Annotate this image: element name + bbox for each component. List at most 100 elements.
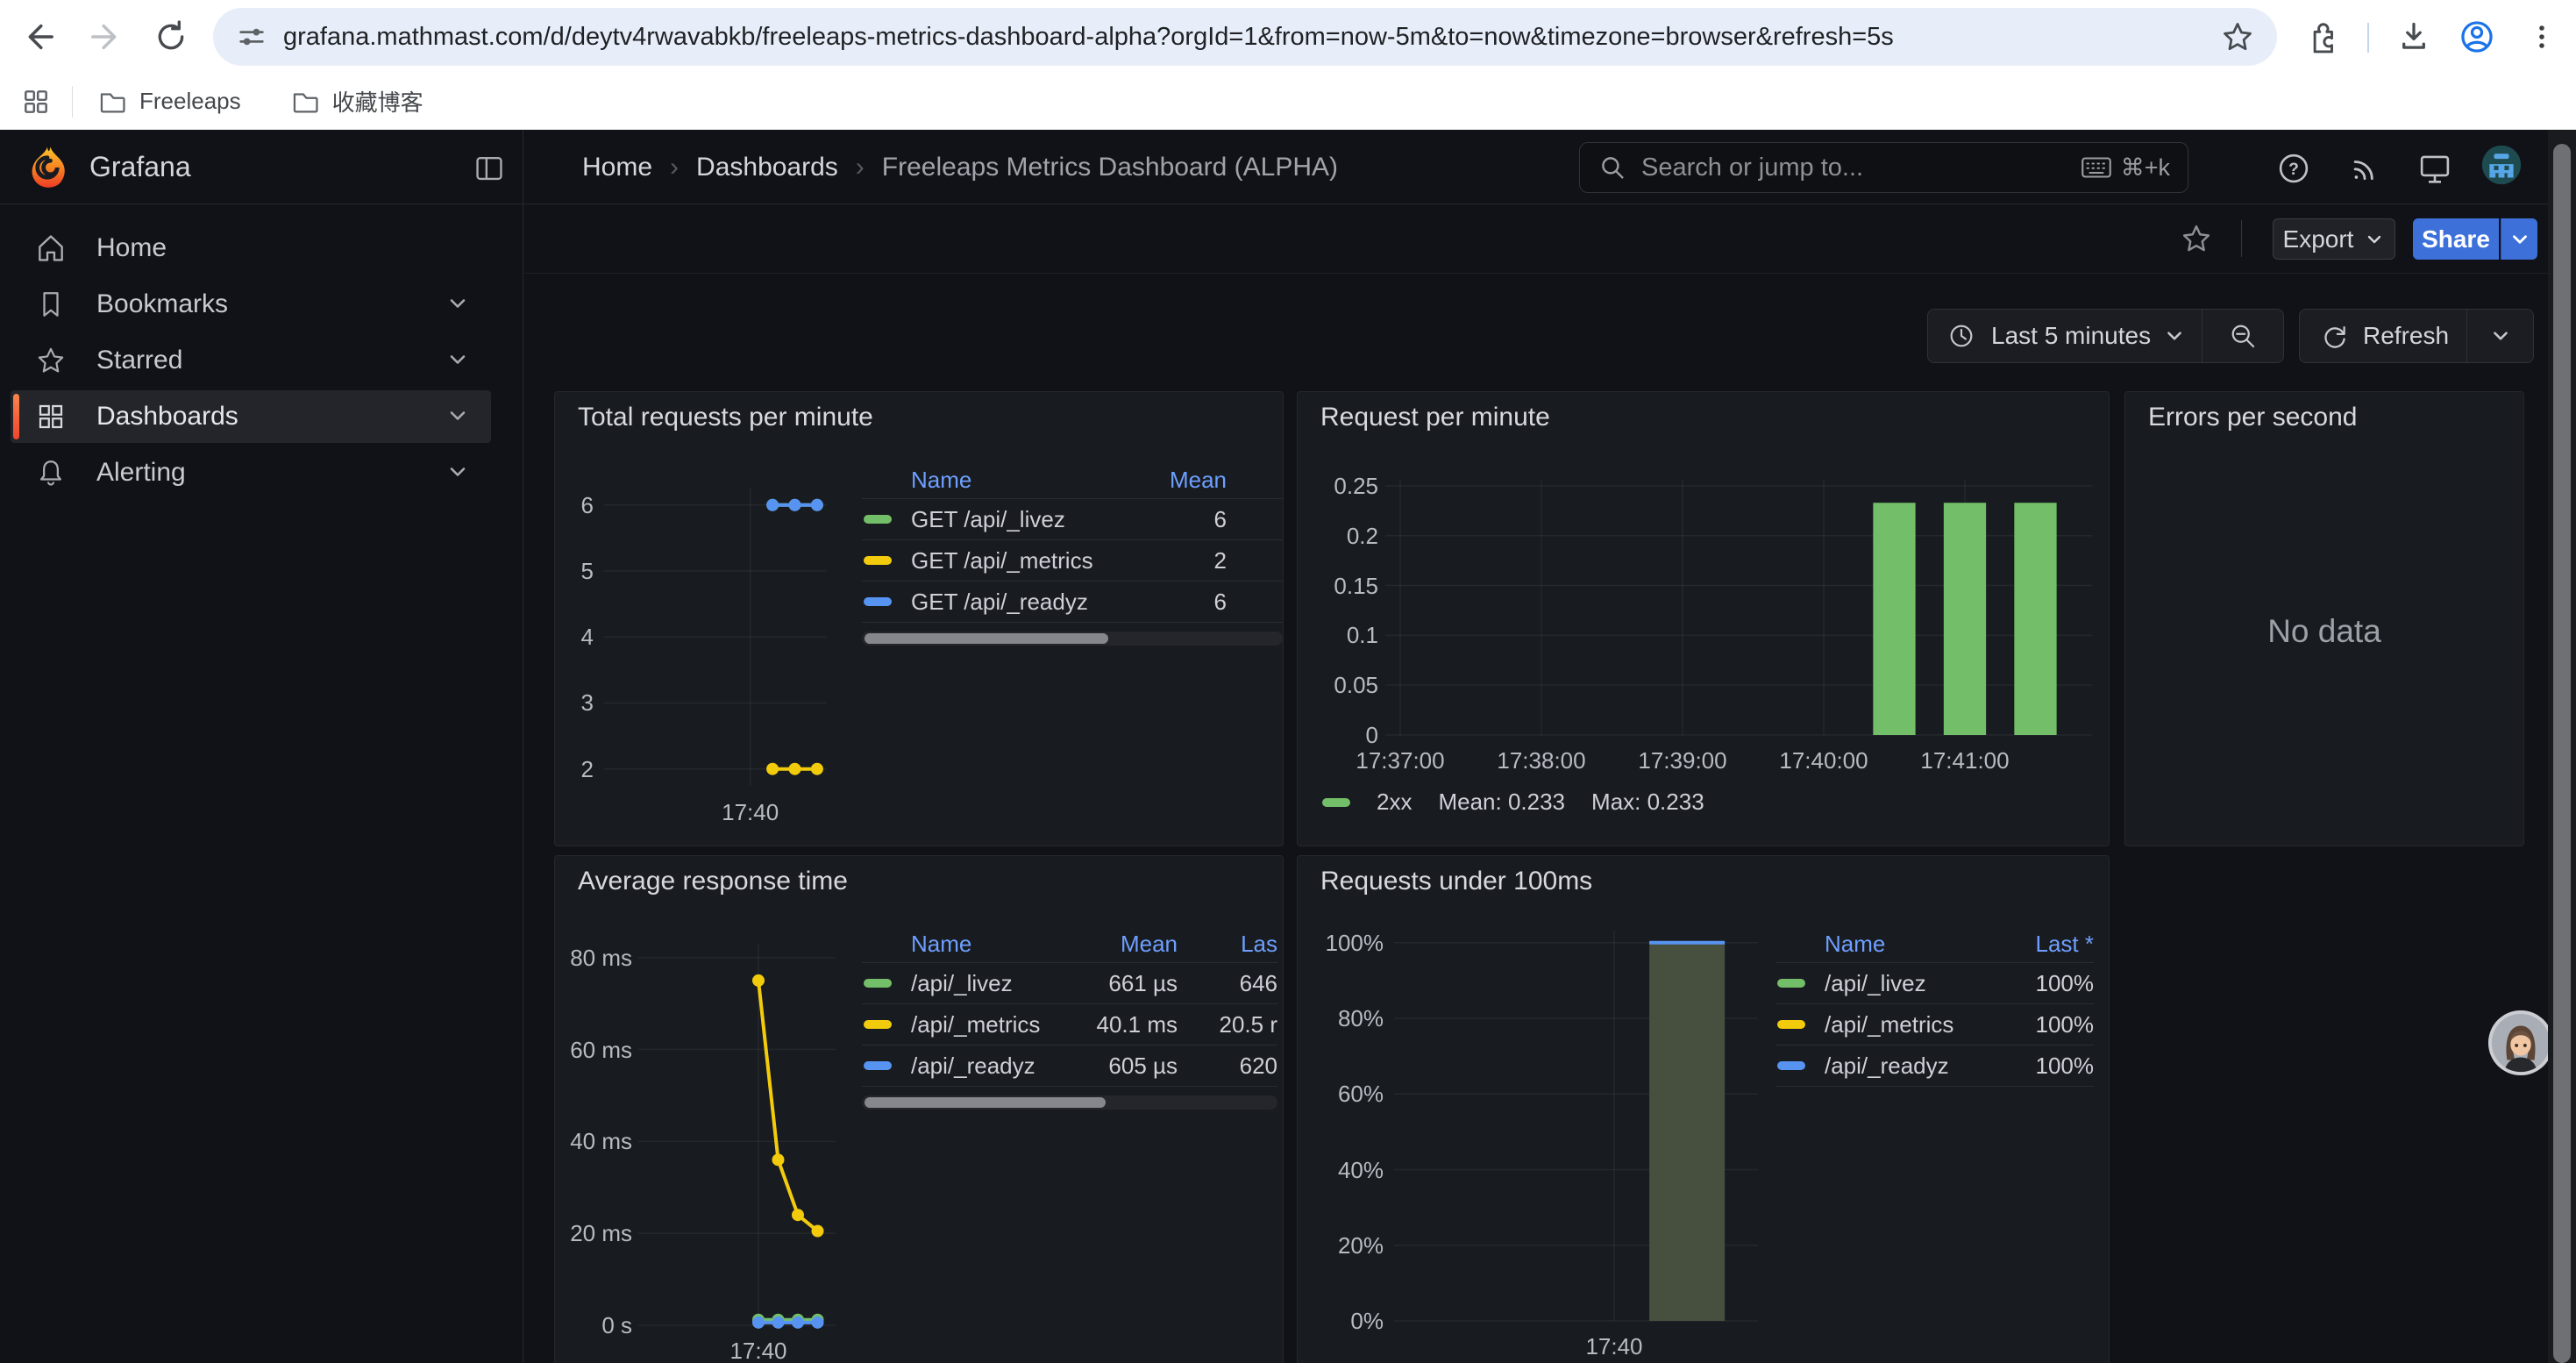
brand-label[interactable]: Grafana <box>89 151 191 183</box>
chevron-down-icon <box>2364 229 2385 250</box>
panel-title[interactable]: Request per minute <box>1320 403 1550 432</box>
legend-row: /api/_metrics40.1 ms20.5 r <box>862 1004 1277 1045</box>
legend-scrollbar[interactable] <box>862 632 1283 646</box>
series-name[interactable]: /api/_livez <box>1825 970 1926 997</box>
chevron-down-icon[interactable] <box>445 403 472 430</box>
page-scrollbar[interactable] <box>2548 130 2576 1363</box>
legend-header-label[interactable]: Name <box>911 467 971 494</box>
series-name[interactable]: GET /api/_metrics <box>911 547 1093 574</box>
extensions-icon[interactable] <box>2299 13 2346 61</box>
x-tick-label: 17:40 <box>1540 1333 1689 1360</box>
refresh-interval-dropdown[interactable] <box>2467 325 2533 347</box>
bookmark-star-icon[interactable] <box>2219 18 2256 55</box>
share-button[interactable]: Share <box>2413 218 2499 260</box>
series-name[interactable]: GET /api/_livez <box>911 506 1065 533</box>
y-tick-label: 0% <box>1303 1307 1384 1335</box>
breadcrumb-item[interactable]: Home <box>582 153 652 182</box>
series-name[interactable]: /api/_readyz <box>1825 1053 1949 1080</box>
sidebar-item-home[interactable]: Home <box>11 222 491 275</box>
home-icon <box>33 231 68 266</box>
clock-icon <box>1946 320 1977 352</box>
sidebar-collapse-icon[interactable] <box>470 149 509 188</box>
site-settings-icon[interactable] <box>234 19 269 54</box>
scrollbar-thumb[interactable] <box>2553 144 2571 1363</box>
sidebar-item-label: Alerting <box>96 458 186 488</box>
sidebar-item-bookmarks[interactable]: Bookmarks <box>11 278 491 331</box>
chevron-down-icon[interactable] <box>445 460 472 486</box>
legend-value: 100% <box>1989 1011 2094 1038</box>
panel-title[interactable]: Errors per second <box>2148 403 2357 432</box>
url-bar[interactable]: grafana.mathmast.com/d/deytv4rwavabkb/fr… <box>213 8 2277 66</box>
url-text[interactable]: grafana.mathmast.com/d/deytv4rwavabkb/fr… <box>283 23 2219 52</box>
series-name[interactable]: /api/_metrics <box>1825 1011 1953 1038</box>
series-name[interactable]: /api/_metrics <box>911 1011 1040 1038</box>
sidebar-item-label: Starred <box>96 346 182 375</box>
sidebar-item-alerting[interactable]: Alerting <box>11 446 491 499</box>
forward-button[interactable] <box>82 13 129 61</box>
assistant-avatar-widget[interactable] <box>2487 1009 2555 1077</box>
y-tick-label: 20 ms <box>557 1219 632 1247</box>
legend-header-label[interactable]: Mean <box>1121 467 1227 494</box>
y-tick-label: 2 <box>557 755 594 783</box>
breadcrumb-separator: › <box>670 153 679 182</box>
legend-row: GET /api/_readyz6 <box>862 582 1283 623</box>
export-button[interactable]: Export <box>2273 218 2395 260</box>
bookmark-label: Freeleaps <box>139 88 241 115</box>
search-shortcut: ⌘+k <box>2081 154 2170 182</box>
series-name[interactable]: /api/_readyz <box>911 1053 1035 1080</box>
series-color-dash <box>864 1061 892 1070</box>
chevron-down-icon[interactable] <box>445 291 472 318</box>
breadcrumb-item[interactable]: Dashboards <box>696 153 838 182</box>
bookmark-folder[interactable]: Freeleaps <box>97 87 241 117</box>
kiosk-monitor-icon[interactable] <box>2415 148 2455 189</box>
zoom-out-icon[interactable] <box>2227 320 2259 352</box>
sidebar-item-dashboards[interactable]: Dashboards <box>11 390 491 443</box>
legend-header-label[interactable]: Las <box>1178 931 1277 958</box>
legend-row-name: GET /api/_readyz <box>862 589 1121 616</box>
y-tick-label: 80% <box>1303 1004 1384 1032</box>
legend-header-label[interactable]: Name <box>911 931 971 958</box>
panel-title[interactable]: Requests under 100ms <box>1320 867 1592 896</box>
panel-errors-per-second: Errors per second No data <box>2124 391 2524 846</box>
user-avatar[interactable] <box>2481 145 2522 185</box>
y-tick-label: 60% <box>1303 1080 1384 1108</box>
panel-title[interactable]: Total requests per minute <box>578 403 873 432</box>
series-name[interactable]: GET /api/_readyz <box>911 589 1088 616</box>
sidebar-item-label: Dashboards <box>96 402 238 432</box>
reload-button[interactable] <box>147 13 195 61</box>
legend-row-name: /api/_readyz <box>862 1053 1046 1080</box>
breadcrumb: Home›Dashboards›Freeleaps Metrics Dashbo… <box>582 130 1338 204</box>
chevron-down-icon <box>2163 325 2186 347</box>
news-rss-icon[interactable] <box>2345 148 2385 189</box>
search-input[interactable]: Search or jump to... ⌘+k <box>1579 142 2188 193</box>
series-name[interactable]: 2xx <box>1377 789 1412 816</box>
side-nav: HomeBookmarks Starred Dashboards Alerting <box>0 204 523 1363</box>
legend-scrollbar[interactable] <box>862 1095 1277 1110</box>
y-tick-label: 3 <box>557 689 594 717</box>
share-dropdown-button[interactable] <box>2501 218 2537 260</box>
legend-header-label[interactable]: Mean <box>1046 931 1178 958</box>
series-color-dash <box>864 979 892 988</box>
panel-title[interactable]: Average response time <box>578 867 848 896</box>
legend-header-label[interactable]: Last * <box>1989 931 2094 958</box>
legend-scrollbar-thumb[interactable] <box>865 1097 1106 1108</box>
grafana-header: Grafana Home›Dashboards›Freeleaps Metric… <box>0 130 2576 204</box>
legend-header-label[interactable]: Name <box>1825 931 1885 958</box>
profile-icon[interactable] <box>2453 13 2501 61</box>
series-stat: Max: 0.233 <box>1591 789 1704 816</box>
help-icon[interactable]: ? <box>2274 148 2314 189</box>
apps-grid-icon[interactable] <box>19 85 53 118</box>
downloads-icon[interactable] <box>2390 13 2437 61</box>
legend-scrollbar-thumb[interactable] <box>865 633 1108 644</box>
refresh-picker[interactable]: Refresh <box>2299 309 2534 363</box>
chevron-down-icon[interactable] <box>445 347 472 374</box>
grafana-logo-icon[interactable] <box>25 145 70 190</box>
legend-row-name: /api/_livez <box>1775 970 1989 997</box>
time-range-picker[interactable]: Last 5 minutes <box>1927 309 2284 363</box>
back-button[interactable] <box>16 13 63 61</box>
bookmark-folder[interactable]: 收藏博客 <box>290 85 423 118</box>
favorite-star-icon[interactable] <box>2176 218 2217 259</box>
sidebar-item-starred[interactable]: Starred <box>11 334 491 387</box>
series-name[interactable]: /api/_livez <box>911 970 1013 997</box>
browser-menu-icon[interactable] <box>2518 13 2565 61</box>
